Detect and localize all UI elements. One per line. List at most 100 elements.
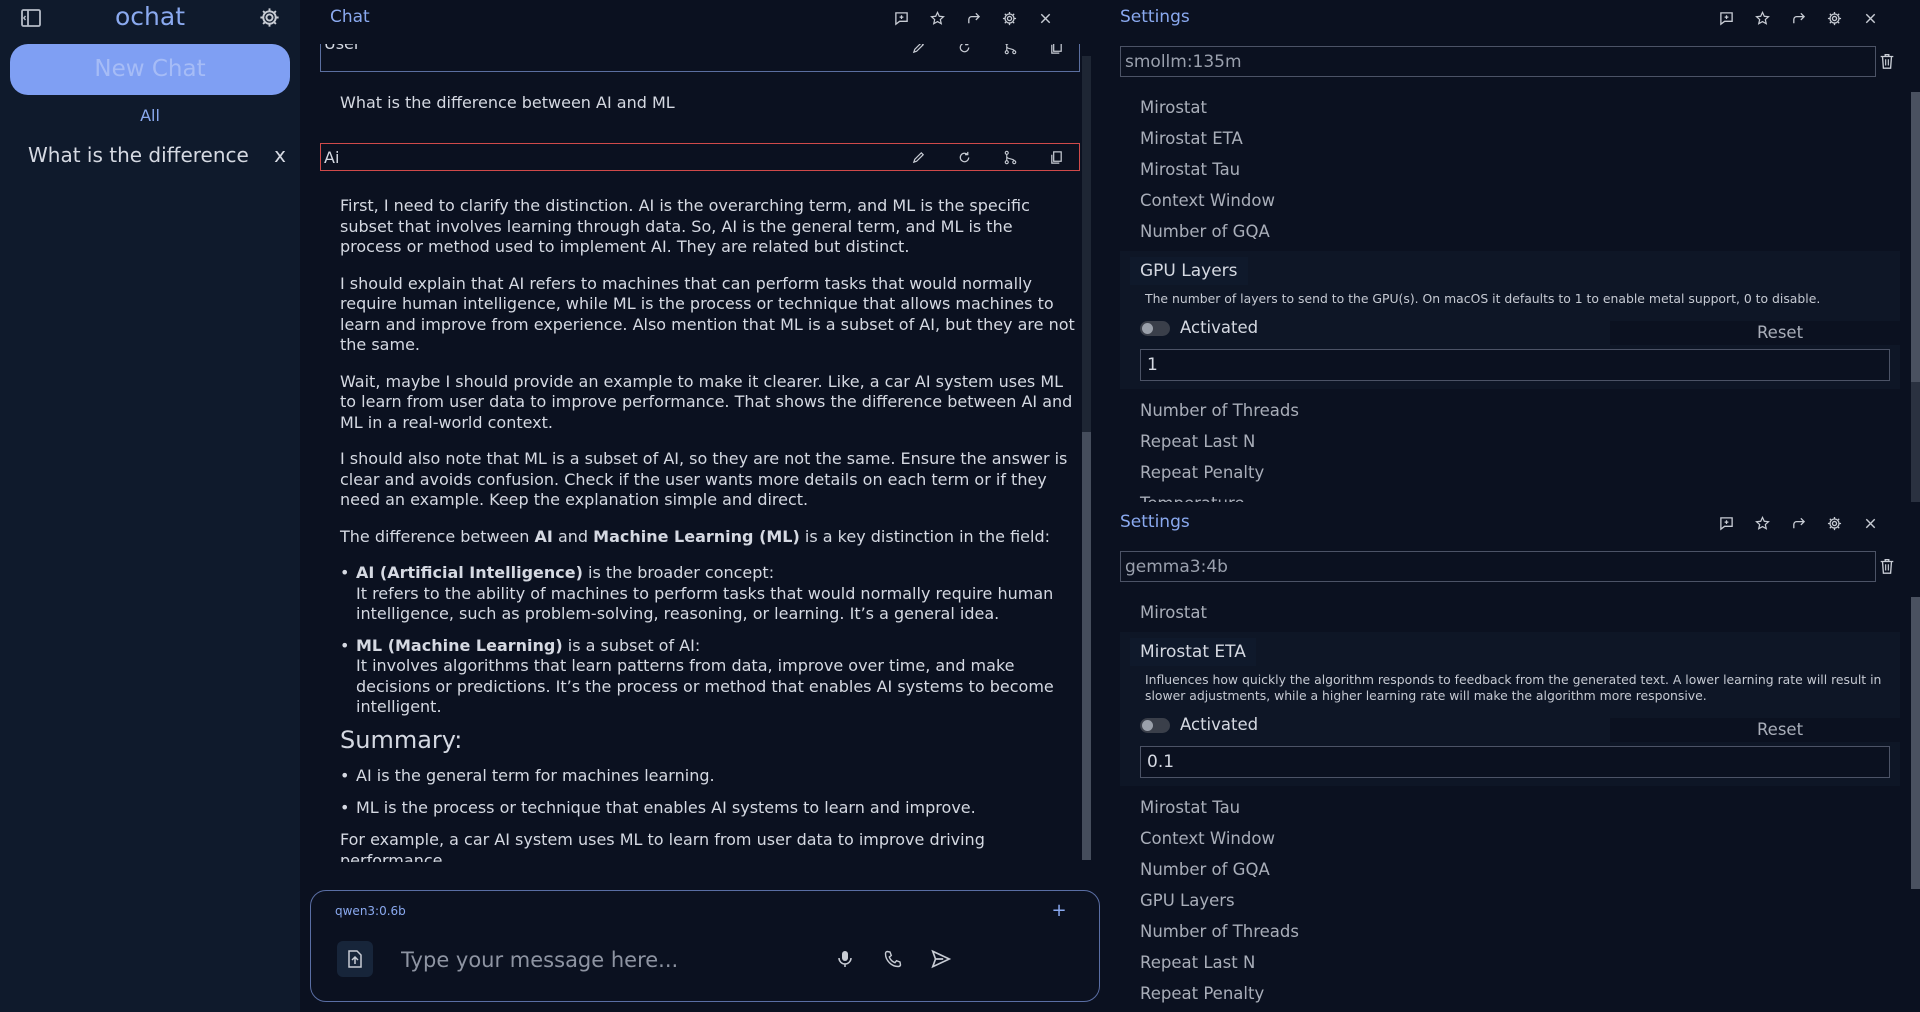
param-number-of-threads[interactable]: Number of Threads xyxy=(1120,395,1900,426)
message-role-label: User xyxy=(324,44,360,53)
chat-panel-title: Chat xyxy=(330,7,370,27)
model-name-input[interactable] xyxy=(1120,46,1876,77)
settings-scrollbar[interactable] xyxy=(1911,92,1920,502)
param-gpu-layers[interactable]: GPU Layers xyxy=(1120,885,1900,916)
settings-panel-header: Settings xyxy=(1110,505,1920,541)
regenerate-icon[interactable] xyxy=(941,148,987,166)
param-mirostat-tau[interactable]: Mirostat Tau xyxy=(1120,154,1900,185)
ai-paragraph: First, I need to clarify the distinction… xyxy=(340,196,1030,256)
list-item: ML is the process or technique that enab… xyxy=(340,798,1076,819)
param-number-of-gqa[interactable]: Number of GQA xyxy=(1120,854,1900,885)
close-icon[interactable] xyxy=(1027,8,1063,28)
activated-toggle[interactable] xyxy=(1140,718,1170,733)
new-chat-button[interactable]: New Chat xyxy=(10,44,290,95)
regenerate-icon[interactable] xyxy=(941,44,987,56)
user-message-text: What is the difference between AI and ML xyxy=(340,93,675,112)
ai-paragraph: Wait, maybe I should provide an example … xyxy=(340,371,1073,432)
mic-icon[interactable] xyxy=(831,945,859,973)
branch-icon[interactable] xyxy=(987,148,1033,166)
ai-message-text: First, I need to clarify the distinction… xyxy=(340,196,1076,862)
message-composer: qwen3:0.6b + xyxy=(310,890,1100,1002)
branch-icon[interactable] xyxy=(987,44,1033,56)
star-icon[interactable] xyxy=(1744,513,1780,533)
scrollbar-thumb[interactable] xyxy=(1911,597,1920,889)
scrollbar-thumb[interactable] xyxy=(1082,432,1091,860)
param-context-window[interactable]: Context Window xyxy=(1120,823,1900,854)
param-repeat-penalty[interactable]: Repeat Penalty xyxy=(1120,457,1900,488)
user-message-header: User xyxy=(320,44,1080,72)
phone-icon[interactable] xyxy=(879,945,907,973)
ai-intro-paragraph: The difference between AI and Machine Le… xyxy=(340,526,1051,546)
add-comment-icon[interactable] xyxy=(1708,8,1744,28)
share-icon[interactable] xyxy=(1780,8,1816,28)
message-role-label: Ai xyxy=(324,148,340,167)
share-icon[interactable] xyxy=(955,8,991,28)
upload-icon[interactable] xyxy=(337,941,373,977)
param-value-input[interactable] xyxy=(1140,746,1890,778)
edit-icon[interactable] xyxy=(895,148,941,166)
trash-icon[interactable] xyxy=(1878,557,1898,577)
chat-item-title: What is the difference xyxy=(28,143,249,167)
param-description: Influences how quickly the algorithm res… xyxy=(1145,672,1882,703)
list-item: ML (Machine Learning) is a subset of AI:… xyxy=(340,636,1076,718)
add-comment-icon[interactable] xyxy=(883,8,919,28)
param-description: The number of layers to send to the GPU(… xyxy=(1145,291,1821,306)
send-icon[interactable] xyxy=(927,945,955,973)
param-mirostat-tau[interactable]: Mirostat Tau xyxy=(1120,792,1900,823)
param-mirostat-eta[interactable]: Mirostat ETA xyxy=(1120,123,1900,154)
gear-icon[interactable] xyxy=(1816,513,1852,533)
chat-scrollbar[interactable] xyxy=(1082,56,1091,860)
param-title[interactable]: GPU Layers xyxy=(1130,257,1248,285)
sidebar: ochat New Chat All What is the differenc… xyxy=(0,0,300,1012)
add-model-button[interactable]: + xyxy=(1049,901,1069,921)
scrollbar-thumb[interactable] xyxy=(1911,92,1920,382)
add-comment-icon[interactable] xyxy=(1708,513,1744,533)
definition-list: AI (Artificial Intelligence) is the broa… xyxy=(340,563,1076,718)
gear-icon[interactable] xyxy=(258,6,281,29)
param-title[interactable]: Mirostat ETA xyxy=(1130,638,1256,666)
copy-icon[interactable] xyxy=(1033,44,1079,56)
activated-toggle[interactable] xyxy=(1140,321,1170,336)
chat-item-close-button[interactable]: x xyxy=(270,143,290,167)
message-list: User What is the difference between AI a… xyxy=(320,44,1080,862)
message-input[interactable] xyxy=(401,943,901,977)
param-mirostat[interactable]: Mirostat xyxy=(1120,92,1900,123)
composer-model-label[interactable]: qwen3:0.6b xyxy=(335,904,406,918)
param-gpu-layers-expanded: GPU Layers The number of layers to send … xyxy=(1120,251,1900,389)
settings-panel: Settings Mirostat Mirostat ETA Influence… xyxy=(1110,505,1920,1012)
share-icon[interactable] xyxy=(1780,513,1816,533)
list-item: AI is the general term for machines lear… xyxy=(340,766,1076,787)
app-title: ochat xyxy=(114,2,185,31)
reset-button[interactable]: Reset xyxy=(1610,718,1900,742)
param-repeat-last-n[interactable]: Repeat Last N xyxy=(1120,947,1900,978)
param-mirostat-eta-expanded: Mirostat ETA Influences how quickly the … xyxy=(1120,632,1900,786)
param-toggle-row: Activated Reset xyxy=(1140,317,1900,345)
chat-filter-all[interactable]: All xyxy=(0,106,300,125)
param-repeat-last-n[interactable]: Repeat Last N xyxy=(1120,426,1900,457)
edit-icon[interactable] xyxy=(895,44,941,56)
param-mirostat[interactable]: Mirostat xyxy=(1120,597,1900,628)
gear-icon[interactable] xyxy=(1816,8,1852,28)
user-message-tools xyxy=(895,44,1079,56)
param-value-input[interactable] xyxy=(1140,349,1890,381)
summary-list: AI is the general term for machines lear… xyxy=(340,766,1076,818)
trash-icon[interactable] xyxy=(1878,52,1898,72)
copy-icon[interactable] xyxy=(1033,148,1079,166)
close-icon[interactable] xyxy=(1852,8,1888,28)
settings-scrollbar[interactable] xyxy=(1911,597,1920,889)
param-number-of-threads[interactable]: Number of Threads xyxy=(1120,916,1900,947)
reset-button[interactable]: Reset xyxy=(1610,321,1900,345)
settings-header-actions xyxy=(1708,513,1888,533)
ai-paragraph: I should explain that AI refers to machi… xyxy=(340,273,1075,355)
chat-list-item[interactable]: What is the difference x xyxy=(20,140,290,170)
param-context-window[interactable]: Context Window xyxy=(1120,185,1900,216)
param-number-of-gqa[interactable]: Number of GQA xyxy=(1120,216,1900,247)
settings-panel-title: Settings xyxy=(1120,512,1190,532)
star-icon[interactable] xyxy=(1744,8,1780,28)
gear-icon[interactable] xyxy=(991,8,1027,28)
star-icon[interactable] xyxy=(919,8,955,28)
model-name-input[interactable] xyxy=(1120,551,1876,582)
close-icon[interactable] xyxy=(1852,513,1888,533)
param-repeat-penalty[interactable]: Repeat Penalty xyxy=(1120,978,1900,1004)
param-temperature[interactable]: Temperature xyxy=(1120,488,1900,502)
